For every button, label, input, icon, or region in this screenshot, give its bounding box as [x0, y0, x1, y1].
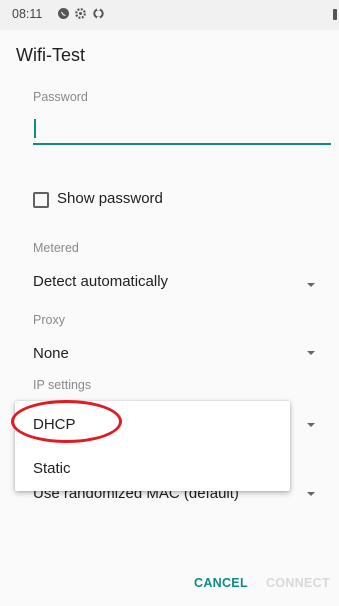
dialog-title: Wifi-Test — [16, 45, 85, 65]
ip-settings-label: IP settings — [33, 378, 92, 392]
password-label: Password — [33, 90, 88, 104]
ip-settings-menu: DHCP Static — [15, 401, 290, 491]
whatsapp-icon — [58, 8, 69, 19]
dropdown-arrow-icon[interactable] — [307, 423, 315, 427]
show-password-label[interactable]: Show password — [57, 190, 163, 207]
sync-icon — [93, 7, 104, 20]
dropdown-arrow-icon[interactable] — [307, 492, 315, 496]
metered-value[interactable]: Detect automatically — [33, 273, 168, 290]
connect-button[interactable]: CONNECT — [266, 576, 330, 590]
dropdown-arrow-icon[interactable] — [307, 351, 315, 355]
password-field[interactable] — [33, 115, 331, 145]
proxy-value[interactable]: None — [33, 345, 69, 362]
proxy-label: Proxy — [33, 313, 65, 327]
menu-item-dhcp[interactable]: DHCP — [33, 416, 76, 433]
menu-item-static[interactable]: Static — [33, 460, 71, 477]
show-password-checkbox[interactable] — [33, 192, 49, 208]
gear-icon — [75, 8, 86, 19]
status-time: 08:11 — [12, 7, 43, 21]
dropdown-arrow-icon[interactable] — [307, 283, 315, 287]
status-bar: 08:11 — [0, 0, 339, 30]
cancel-button[interactable]: CANCEL — [194, 576, 248, 590]
text-cursor — [34, 119, 36, 138]
metered-label: Metered — [33, 241, 79, 255]
battery-icon — [333, 9, 337, 20]
